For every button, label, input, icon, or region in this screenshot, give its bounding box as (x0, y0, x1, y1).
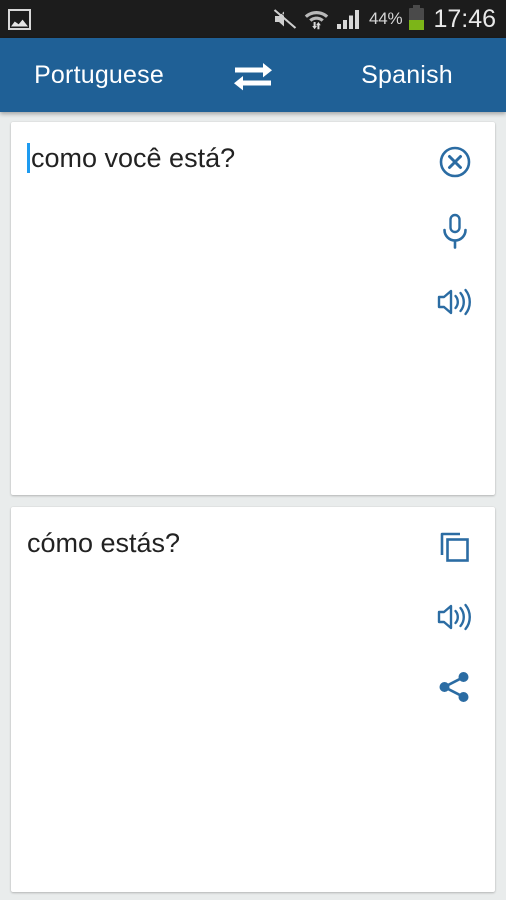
voice-input-button[interactable] (432, 210, 478, 254)
status-bar-system-icons: 44% 17:46 (273, 4, 496, 33)
close-circle-icon (439, 146, 471, 178)
language-bar: Portuguese Spanish (0, 38, 506, 112)
source-text-card[interactable]: como você está? (11, 122, 495, 495)
clear-button[interactable] (432, 140, 478, 184)
source-text-value: como você está? (31, 143, 236, 173)
battery-percent-label: 44% (369, 9, 403, 28)
microphone-icon (443, 213, 467, 249)
gallery-icon (8, 8, 31, 30)
speaker-icon (437, 288, 471, 316)
source-text-input[interactable]: como você está? (27, 142, 417, 176)
speaker-icon (437, 603, 471, 631)
target-language-button[interactable]: Spanish (290, 61, 506, 90)
text-caret (27, 143, 30, 173)
source-actions (429, 140, 481, 324)
status-bar: 44% 17:46 (0, 0, 506, 38)
signal-bars-icon (337, 10, 359, 29)
translation-result-card[interactable]: cómo estás? (11, 507, 495, 892)
clock-label: 17:46 (433, 4, 496, 33)
copy-icon (440, 532, 469, 562)
share-button[interactable] (432, 665, 478, 709)
source-language-button[interactable]: Portuguese (0, 61, 216, 90)
translation-panel: como você está? cómo estás? (0, 112, 506, 900)
speak-source-button[interactable] (432, 280, 478, 324)
wifi-icon (304, 11, 329, 30)
translated-text: cómo estás? (27, 528, 181, 558)
translation-actions (429, 525, 481, 709)
swap-languages-button[interactable] (216, 58, 290, 92)
copy-button[interactable] (432, 525, 478, 569)
battery-icon (409, 5, 425, 30)
status-bar-notifications (8, 8, 31, 30)
share-icon (439, 672, 469, 702)
volume-muted-icon (273, 8, 297, 29)
swap-arrows-icon (234, 63, 272, 91)
speak-translation-button[interactable] (432, 595, 478, 639)
